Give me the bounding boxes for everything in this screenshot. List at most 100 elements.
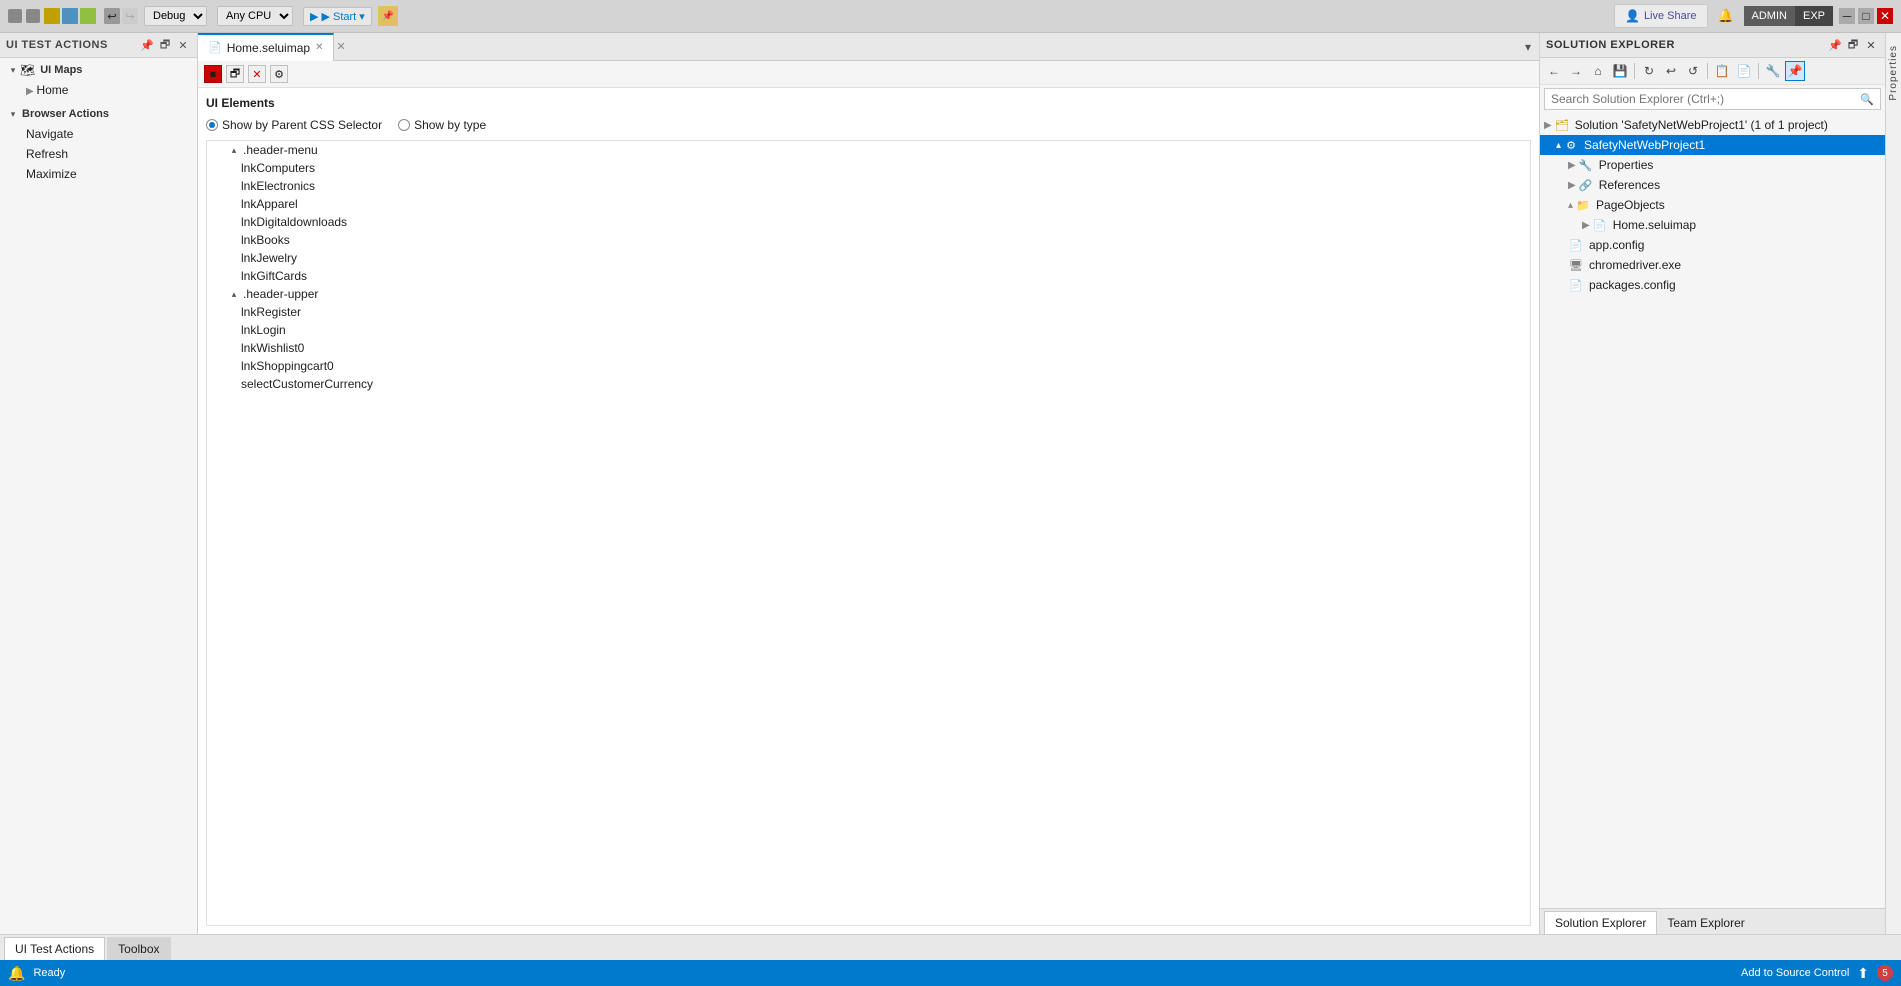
lnk-computers-node[interactable]: lnkComputers bbox=[207, 159, 1530, 177]
lnk-register-label: lnkRegister bbox=[241, 305, 301, 319]
se-pin-active-btn[interactable]: 📌 bbox=[1785, 61, 1805, 81]
select-currency-node[interactable]: selectCustomerCurrency bbox=[207, 375, 1530, 393]
left-panel-close-icon[interactable]: ✕ bbox=[175, 37, 191, 53]
type-radio[interactable]: Show by type bbox=[398, 118, 486, 132]
exp-button[interactable]: EXP bbox=[1795, 6, 1833, 26]
close-window-button[interactable]: ✕ bbox=[1877, 8, 1893, 24]
se-search-input[interactable] bbox=[1551, 92, 1860, 106]
header-menu-expand[interactable]: ▴ bbox=[227, 143, 241, 157]
css-selector-radio[interactable]: Show by Parent CSS Selector bbox=[206, 118, 382, 132]
se-search-box[interactable]: 🔍 bbox=[1544, 88, 1881, 110]
debug-dropdown[interactable]: Debug bbox=[144, 6, 207, 26]
se-undo-btn[interactable]: ↩ bbox=[1661, 61, 1681, 81]
se-forward-btn[interactable]: → bbox=[1566, 61, 1586, 81]
se-close-icon[interactable]: ✕ bbox=[1863, 37, 1879, 53]
header-upper-expand[interactable]: ▴ bbox=[227, 287, 241, 301]
se-pin-icon[interactable]: 📌 bbox=[1827, 37, 1843, 53]
redo-icon[interactable]: ↪ bbox=[122, 8, 138, 24]
cpu-dropdown[interactable]: Any CPU bbox=[217, 6, 293, 26]
tab-expand-icon[interactable]: ✕ bbox=[336, 40, 345, 53]
save-icon[interactable] bbox=[44, 8, 60, 24]
toolbox-icon[interactable] bbox=[80, 8, 96, 24]
lnk-digitaldownloads-node[interactable]: lnkDigitaldownloads bbox=[207, 213, 1530, 231]
left-panel-pin-icon[interactable]: 📌 bbox=[139, 37, 155, 53]
home-item-icon: ▶ bbox=[26, 86, 36, 97]
start-button[interactable]: ▶▶ Start▾ bbox=[303, 7, 372, 26]
team-explorer-tab[interactable]: Team Explorer bbox=[1657, 912, 1754, 934]
header-upper-node[interactable]: ▴ .header-upper bbox=[207, 285, 1530, 303]
ui-test-actions-tab[interactable]: UI Test Actions bbox=[4, 937, 105, 960]
app-config-node[interactable]: 📄 app.config bbox=[1540, 235, 1885, 255]
se-refresh-btn[interactable]: ↺ bbox=[1683, 61, 1703, 81]
center-panel: 📄 Home.seluimap ✕ ✕ ▾ ⏹ 🗗 ✕ ⚙ UI Element… bbox=[198, 33, 1539, 934]
minimize-button[interactable]: ─ bbox=[1839, 8, 1855, 24]
se-header-icons: 📌 🗗 ✕ bbox=[1827, 37, 1879, 53]
se-paste-btn[interactable]: 📄 bbox=[1734, 61, 1754, 81]
toolbox-tab[interactable]: Toolbox bbox=[107, 937, 170, 960]
save-all-icon[interactable] bbox=[62, 8, 78, 24]
ui-maps-home-item[interactable]: ▶ Home bbox=[16, 80, 197, 100]
se-save-btn[interactable]: 💾 bbox=[1610, 61, 1630, 81]
lnk-books-label: lnkBooks bbox=[241, 233, 290, 247]
undo-icon[interactable]: ↩ bbox=[104, 8, 120, 24]
references-node[interactable]: ▶ 🔗 References bbox=[1540, 175, 1885, 195]
solution-node[interactable]: ▶ 🗂 Solution 'SafetyNetWebProject1' (1 o… bbox=[1540, 115, 1885, 135]
lnk-register-node[interactable]: lnkRegister bbox=[207, 303, 1530, 321]
css-radio-label: Show by Parent CSS Selector bbox=[222, 118, 382, 132]
tab-pin-area: ✕ bbox=[336, 40, 345, 53]
lnk-shoppingcart-node[interactable]: lnkShoppingcart0 bbox=[207, 357, 1530, 375]
chromedriver-node[interactable]: 🖥 chromedriver.exe bbox=[1540, 255, 1885, 275]
menu-icon-2[interactable] bbox=[26, 9, 40, 23]
lnk-books-node[interactable]: lnkBooks bbox=[207, 231, 1530, 249]
se-back-btn[interactable]: ← bbox=[1544, 61, 1564, 81]
lnk-apparel-node[interactable]: lnkApparel bbox=[207, 195, 1530, 213]
close-icon[interactable]: ✕ bbox=[248, 65, 266, 83]
packages-config-node[interactable]: 📄 packages.config bbox=[1540, 275, 1885, 295]
properties-node[interactable]: ▶ 🔧 Properties bbox=[1540, 155, 1885, 175]
se-copy-btn[interactable]: 📋 bbox=[1712, 61, 1732, 81]
home-seluimap-node[interactable]: ▶ 📄 Home.seluimap bbox=[1540, 215, 1885, 235]
project-node[interactable]: ▴ ⚙ SafetyNetWebProject1 bbox=[1540, 135, 1885, 155]
notification-icon[interactable]: 🔔 bbox=[1714, 4, 1738, 28]
ui-maps-header[interactable]: ▾ 🗺 UI Maps bbox=[0, 60, 197, 80]
home-seluimap-node-label: Home.seluimap bbox=[1613, 218, 1696, 232]
select-currency-label: selectCustomerCurrency bbox=[241, 377, 373, 391]
solution-explorer-tab[interactable]: Solution Explorer bbox=[1544, 911, 1657, 934]
home-seluimap-tab[interactable]: 📄 Home.seluimap ✕ bbox=[198, 33, 334, 61]
admin-exp-group: ADMIN EXP bbox=[1744, 6, 1833, 26]
se-collapse-btn[interactable]: ↻ bbox=[1639, 61, 1659, 81]
se-properties-btn[interactable]: 🔧 bbox=[1763, 61, 1783, 81]
live-share-button[interactable]: 👤 Live Share bbox=[1614, 4, 1708, 28]
refresh-item[interactable]: Refresh bbox=[16, 144, 197, 164]
se-window-icon[interactable]: 🗗 bbox=[1845, 37, 1861, 53]
lnk-electronics-node[interactable]: lnkElectronics bbox=[207, 177, 1530, 195]
left-panel-window-icon[interactable]: 🗗 bbox=[157, 37, 173, 53]
lnk-giftcards-node[interactable]: lnkGiftCards bbox=[207, 267, 1530, 285]
radio-group: Show by Parent CSS Selector Show by type bbox=[206, 118, 1531, 132]
navigate-item[interactable]: Navigate bbox=[16, 124, 197, 144]
browser-actions-header[interactable]: ▾ Browser Actions bbox=[0, 104, 197, 124]
ui-maps-icon: 🗺 bbox=[20, 63, 35, 77]
tab-close-icon[interactable]: ✕ bbox=[315, 42, 323, 53]
window-icon[interactable]: 🗗 bbox=[226, 65, 244, 83]
tab-more-button[interactable]: ▾ bbox=[1517, 36, 1539, 58]
settings-icon[interactable]: ⚙ bbox=[270, 65, 288, 83]
lnk-shoppingcart-label: lnkShoppingcart0 bbox=[241, 359, 334, 373]
home-seluimap-expand-icon: ▶ bbox=[1582, 220, 1590, 231]
header-menu-node[interactable]: ▴ .header-menu bbox=[207, 141, 1530, 159]
menu-icon-1[interactable] bbox=[8, 9, 22, 23]
se-home-btn[interactable]: ⌂ bbox=[1588, 61, 1608, 81]
debug-select[interactable]: Debug bbox=[145, 7, 206, 25]
lnk-login-node[interactable]: lnkLogin bbox=[207, 321, 1530, 339]
stop-recording-icon[interactable]: ⏹ bbox=[204, 65, 222, 83]
pageobjects-node[interactable]: ▴ 📁 PageObjects bbox=[1540, 195, 1885, 215]
status-git-icon: 🔔 bbox=[8, 965, 25, 982]
lnk-wishlist-node[interactable]: lnkWishlist0 bbox=[207, 339, 1530, 357]
lnk-jewelry-node[interactable]: lnkJewelry bbox=[207, 249, 1530, 267]
maximize-button[interactable]: □ bbox=[1858, 8, 1874, 24]
app-config-label: app.config bbox=[1589, 238, 1644, 252]
pin-toolbar-icon[interactable]: 📌 bbox=[378, 6, 398, 26]
maximize-item[interactable]: Maximize bbox=[16, 164, 197, 184]
cpu-select[interactable]: Any CPU bbox=[218, 7, 292, 25]
admin-button[interactable]: ADMIN bbox=[1744, 6, 1795, 26]
